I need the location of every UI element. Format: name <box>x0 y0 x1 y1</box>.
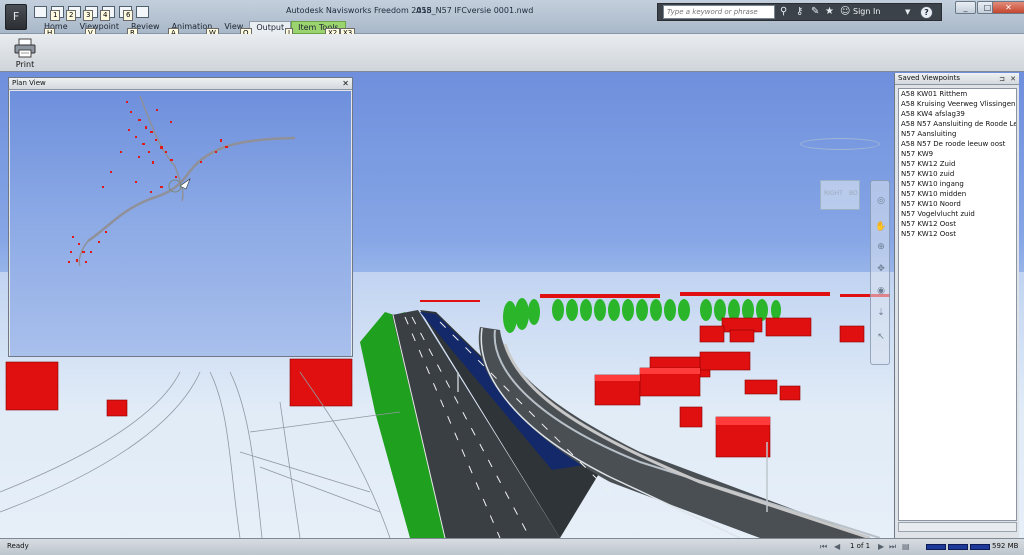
list-item[interactable]: A58 N57 De roode leeuw oost <box>899 139 1016 149</box>
qat-new-icon[interactable] <box>34 6 47 18</box>
application-menu-button[interactable]: F <box>5 4 27 30</box>
list-item[interactable]: A58 Kruising Veerweg Vlissingen <box>899 99 1016 109</box>
memory-usage: 592 MB <box>992 542 1019 550</box>
pencil-progress-bar <box>926 544 946 550</box>
list-item[interactable]: N57 KW12 Oost <box>899 229 1016 239</box>
minimize-button[interactable]: _ <box>955 1 976 14</box>
status-bar: Ready ⏮ ◀ 1 of 1 ▶ ⏭ ▤ 592 MB <box>0 538 1024 555</box>
last-sheet-icon[interactable]: ⏭ <box>889 542 896 552</box>
select-icon[interactable]: ↖ <box>875 331 887 343</box>
list-item[interactable]: A58 KW4 afslag39 <box>899 109 1016 119</box>
list-item[interactable]: N57 Aansluiting <box>899 129 1016 139</box>
plan-view-close-button[interactable]: ✕ <box>342 78 349 89</box>
pan-icon[interactable]: ✋ <box>875 221 887 233</box>
zoom-icon[interactable]: ⊕ <box>875 241 887 253</box>
user-icon: ☺ <box>840 6 851 17</box>
saved-viewpoints-close-button[interactable]: ✕ <box>1010 74 1016 85</box>
plan-view-map <box>68 95 296 267</box>
steering-wheel-icon[interactable]: ◎ <box>875 195 887 207</box>
wrench-icon[interactable]: ✎ <box>811 6 819 18</box>
chevron-down-icon[interactable]: ▼ <box>905 6 910 18</box>
look-icon[interactable]: ◉ <box>875 285 887 297</box>
first-sheet-icon[interactable]: ⏮ <box>820 542 827 552</box>
list-item[interactable]: N57 KW12 Oost <box>899 219 1016 229</box>
list-item[interactable]: A58 N57 Aansluiting de Roode Leeuw <box>899 119 1016 129</box>
viewcube[interactable]: RIGHT BO <box>820 180 860 210</box>
print-label: Print <box>15 60 35 69</box>
status-text: Ready <box>7 542 29 550</box>
keytip-6: 6 <box>123 10 134 21</box>
horizontal-scrollbar[interactable] <box>898 522 1017 532</box>
disk-progress-bar <box>948 544 968 550</box>
keytip-1: 1 <box>50 10 61 21</box>
binoculars-icon[interactable]: ⚲ <box>780 6 787 18</box>
sheet-counter: 1 of 1 <box>850 542 871 550</box>
plan-view-panel: Plan View ✕ <box>8 77 353 357</box>
navigation-bar: ◎ ✋ ⊕ ✥ ◉ ⇣ ↖ <box>870 180 890 365</box>
file-title: A58_N57 IFCversie 0001.nwd <box>416 6 534 15</box>
plan-view-header: Plan View ✕ <box>9 78 352 90</box>
plan-road-main <box>87 136 296 243</box>
plan-view-title: Plan View <box>12 79 46 87</box>
printer-icon <box>14 38 36 58</box>
star-icon[interactable]: ★ <box>825 6 834 18</box>
tab-viewpoint[interactable]: Viewpoint <box>74 21 125 34</box>
sheet-browser-icon[interactable]: ▤ <box>902 542 910 552</box>
keytip-4: 4 <box>100 10 111 21</box>
saved-viewpoints-header: Saved Viewpoints ⊐ ✕ <box>895 73 1019 85</box>
list-item[interactable]: N57 KW10 ingang <box>899 179 1016 189</box>
app-title: Autodesk Navisworks Freedom 2015 <box>286 6 432 15</box>
viewcube-compass[interactable] <box>800 138 880 150</box>
key-icon[interactable]: ⚷ <box>796 6 803 18</box>
saved-viewpoints-panel: Saved Viewpoints ⊐ ✕ A58 KW01 Ritthem A5… <box>894 73 1019 538</box>
next-sheet-icon[interactable]: ▶ <box>878 542 884 552</box>
list-item[interactable]: A58 KW01 Ritthem <box>899 89 1016 99</box>
list-item[interactable]: N57 KW10 zuid <box>899 169 1016 179</box>
viewcube-back-face[interactable]: BO <box>849 190 858 197</box>
saved-viewpoints-list: A58 KW01 Ritthem A58 Kruising Veerweg Vl… <box>898 88 1017 521</box>
help-button[interactable]: ? <box>920 6 933 19</box>
orbit-icon[interactable]: ✥ <box>875 263 887 275</box>
print-button[interactable]: Print <box>8 36 42 70</box>
sign-in-button[interactable]: Sign In <box>853 7 880 16</box>
walk-icon[interactable]: ⇣ <box>875 307 887 319</box>
previous-sheet-icon[interactable]: ◀ <box>834 542 840 552</box>
title-bar: F 1 2 3 4 6 Autodesk Navisworks Freedom … <box>0 0 1024 39</box>
pin-icon[interactable]: ⊐ <box>999 74 1005 85</box>
list-item[interactable]: N57 KW9 <box>899 149 1016 159</box>
web-server-progress-bar <box>970 544 990 550</box>
plan-view-canvas[interactable] <box>10 91 351 356</box>
list-item[interactable]: N57 Vogelvlucht zuid <box>899 209 1016 219</box>
close-button[interactable]: ✕ <box>992 1 1024 14</box>
keytip-2: 2 <box>66 10 77 21</box>
keytip-3: 3 <box>83 10 94 21</box>
search-input[interactable] <box>663 5 775 19</box>
list-item[interactable]: N57 KW12 Zuid <box>899 159 1016 169</box>
qat-refresh-icon[interactable] <box>136 6 149 18</box>
list-item[interactable]: N57 KW10 Noord <box>899 199 1016 209</box>
list-item[interactable]: N57 KW10 midden <box>899 189 1016 199</box>
ribbon-panel: Print <box>0 34 1024 72</box>
viewcube-right-face[interactable]: RIGHT <box>824 190 843 197</box>
saved-viewpoints-title: Saved Viewpoints <box>898 74 960 82</box>
